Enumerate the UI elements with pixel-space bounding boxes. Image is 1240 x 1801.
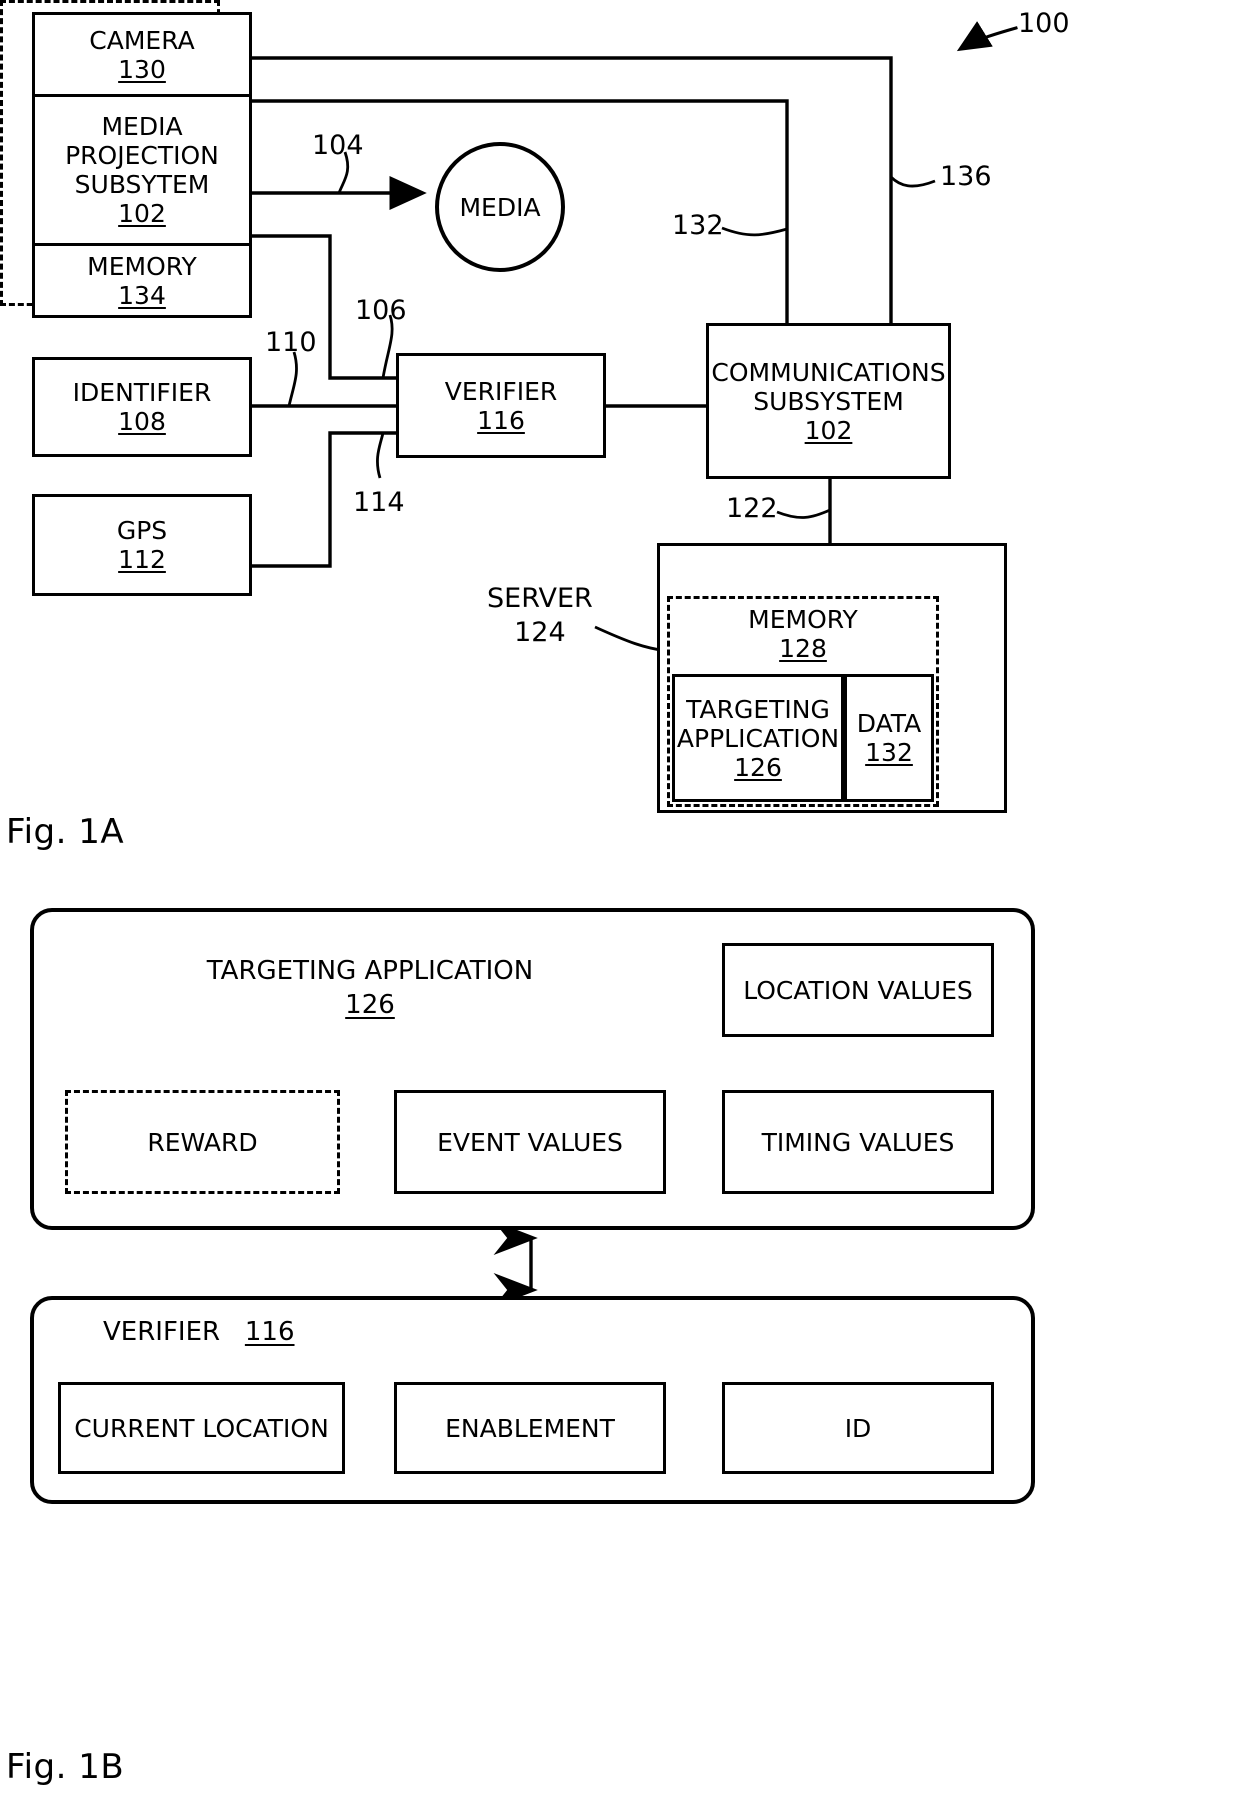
server-memory-block: MEMORY 128	[667, 600, 939, 668]
gps-block: GPS 112	[32, 494, 252, 596]
id-label: ID	[844, 1413, 872, 1443]
current-location-block: CURRENT LOCATION	[58, 1382, 345, 1474]
enablement-block: ENABLEMENT	[394, 1382, 666, 1474]
current-location-label: CURRENT LOCATION	[74, 1413, 329, 1443]
verifier-panel-title: VERIFIER 116	[103, 1317, 295, 1347]
ref-number-comms-to-projection: 132	[672, 210, 724, 241]
media-projection-subsystem-block: MEDIA PROJECTION SUBSYTEM 102	[32, 94, 252, 246]
server-callout-label: SERVER	[487, 583, 593, 614]
communications-ref-number: 102	[804, 415, 853, 445]
gps-label: GPS	[116, 516, 168, 545]
event-values-label: EVENT VALUES	[437, 1127, 623, 1157]
location-values-block: LOCATION VALUES	[722, 943, 994, 1037]
ref-number-identifier-to-verifier: 110	[265, 327, 317, 358]
ref-number-projection-to-verifier: 106	[355, 295, 407, 326]
reward-label: REWARD	[147, 1127, 258, 1157]
identifier-label: IDENTIFIER	[72, 378, 212, 407]
communications-subsystem-block: COMMUNICATIONS SUBSYSTEM 102	[706, 323, 951, 479]
media-projection-label-line1: MEDIA	[101, 112, 183, 141]
server-callout-ref-number: 124	[514, 616, 566, 648]
media-projection-label-line3: SUBSYTEM	[74, 170, 210, 199]
ref-number-gps-to-verifier: 114	[353, 487, 405, 518]
id-block: ID	[722, 1382, 994, 1474]
enablement-label: ENABLEMENT	[445, 1413, 615, 1443]
verifier-panel-ref-number: 116	[244, 1317, 295, 1347]
data-ref-number: 132	[865, 738, 913, 767]
ref-number-comms-to-server: 122	[726, 493, 778, 524]
identifier-block: IDENTIFIER 108	[32, 357, 252, 457]
server-memory-label: MEMORY	[748, 605, 858, 634]
targeting-application-panel-title: TARGETING APPLICATION 126	[100, 955, 640, 1023]
targeting-application-ref-number: 126	[734, 752, 782, 782]
identifier-ref-number: 108	[118, 407, 166, 436]
ref-number-comms-to-camera: 136	[940, 161, 992, 192]
communications-label-line1: COMMUNICATIONS	[711, 357, 946, 387]
device-memory-block: MEMORY 134	[32, 246, 252, 318]
camera-block: CAMERA 130	[32, 12, 252, 94]
targeting-application-panel-title-text: TARGETING APPLICATION	[206, 956, 534, 986]
targeting-application-label-line2: APPLICATION	[676, 723, 840, 753]
verifier-panel-title-text: VERIFIER	[103, 1317, 221, 1347]
figure-1b-caption: Fig. 1B	[6, 1747, 125, 1787]
verifier-ref-number: 116	[477, 405, 525, 435]
targeting-application-panel-ref-number: 126	[345, 989, 395, 1020]
targeting-application-block: TARGETING APPLICATION 126	[672, 674, 844, 802]
system-ref-number: 100	[1018, 8, 1070, 39]
server-callout: SERVER 124	[487, 582, 593, 650]
media-label: MEDIA	[459, 192, 541, 222]
verifier-label: VERIFIER	[444, 376, 558, 406]
media-projection-ref-number: 102	[118, 199, 166, 228]
reward-block: REWARD	[65, 1090, 340, 1194]
device-memory-ref-number: 134	[118, 280, 166, 310]
media-projection-label-line2: PROJECTION	[65, 141, 219, 170]
timing-values-block: TIMING VALUES	[722, 1090, 994, 1194]
timing-values-label: TIMING VALUES	[761, 1127, 955, 1157]
verifier-block: VERIFIER 116	[396, 353, 606, 458]
figure-1a-caption: Fig. 1A	[6, 812, 125, 852]
ref-number-media-link: 104	[312, 130, 364, 161]
communications-label-line2: SUBSYSTEM	[753, 386, 904, 416]
device-memory-label: MEMORY	[87, 251, 197, 281]
targeting-application-label-line1: TARGETING	[686, 694, 830, 724]
patent-figure-canvas: CAMERA 130 MEDIA PROJECTION SUBSYTEM 102…	[0, 0, 1240, 1801]
camera-ref-number: 130	[118, 54, 166, 84]
gps-ref-number: 112	[118, 545, 166, 574]
data-block: DATA 132	[844, 674, 934, 802]
media-node: MEDIA	[435, 142, 565, 272]
event-values-block: EVENT VALUES	[394, 1090, 666, 1194]
location-values-label: LOCATION VALUES	[743, 975, 973, 1005]
camera-label: CAMERA	[89, 25, 195, 55]
data-label: DATA	[856, 709, 922, 738]
server-memory-ref-number: 128	[779, 634, 827, 663]
